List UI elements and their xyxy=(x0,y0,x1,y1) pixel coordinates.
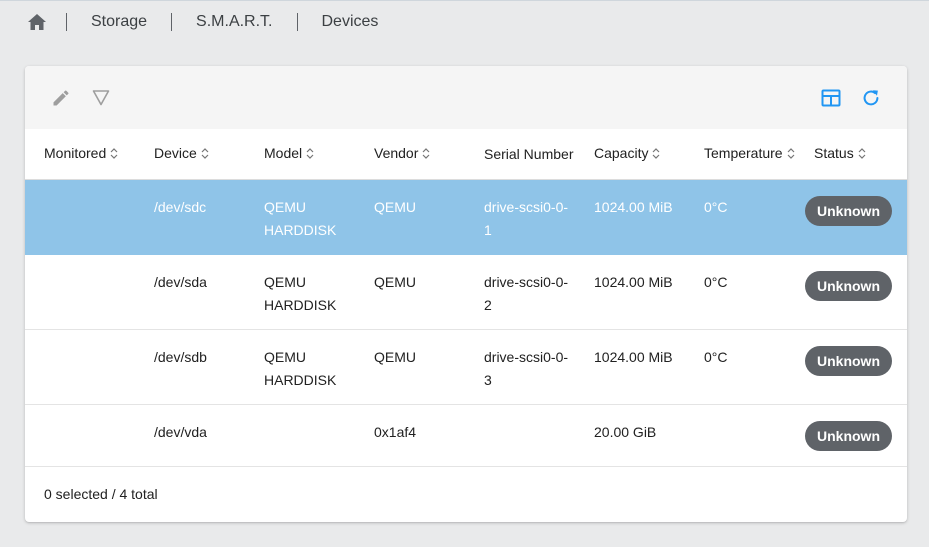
sort-icon xyxy=(858,146,866,162)
cell-status: Unknown xyxy=(795,254,907,330)
breadcrumb-separator xyxy=(66,13,67,31)
breadcrumb-separator xyxy=(171,13,173,31)
cell-monitored xyxy=(25,179,135,255)
cell-capacity: 20.00 GiB xyxy=(575,404,685,467)
cell-model: QEMU HARDDISK xyxy=(245,329,355,405)
cell-vendor: 0x1af4 xyxy=(355,404,465,467)
cell-vendor: QEMU xyxy=(355,254,465,330)
breadcrumb: Storage S.M.A.R.T. Devices xyxy=(26,11,378,33)
cell-model xyxy=(245,404,355,467)
table-header-row: Monitored Device Model Vendor Serial Num… xyxy=(25,129,907,180)
cell-monitored xyxy=(25,329,135,405)
column-header-model[interactable]: Model xyxy=(245,129,355,180)
cell-temperature: 0°C xyxy=(685,254,795,330)
cell-device: /dev/vda xyxy=(135,404,245,467)
cell-vendor: QEMU xyxy=(355,329,465,405)
cell-status: Unknown xyxy=(795,404,907,467)
status-badge[interactable]: Unknown xyxy=(805,270,892,301)
cell-monitored xyxy=(25,404,135,467)
cell-capacity: 1024.00 MiB xyxy=(575,254,685,330)
breadcrumb-devices: Devices xyxy=(321,13,379,30)
status-badge[interactable]: Unknown xyxy=(805,420,892,451)
devices-card: Monitored Device Model Vendor Serial Num… xyxy=(25,66,907,522)
cell-status: Unknown xyxy=(795,179,907,255)
breadcrumb-storage[interactable]: Storage xyxy=(91,13,147,31)
cell-monitored xyxy=(25,254,135,330)
refresh-icon[interactable] xyxy=(859,86,883,110)
toolbar xyxy=(25,66,907,129)
cell-device: /dev/sdc xyxy=(135,179,245,255)
table-row[interactable]: /dev/sda QEMU HARDDISK QEMU drive-scsi0-… xyxy=(25,254,907,330)
filter-icon[interactable] xyxy=(89,86,113,110)
table-row[interactable]: /dev/sdc QEMU HARDDISK QEMU drive-scsi0-… xyxy=(25,179,907,255)
column-header-capacity[interactable]: Capacity xyxy=(575,129,685,180)
pencil-icon[interactable] xyxy=(49,86,73,110)
cell-model: QEMU HARDDISK xyxy=(245,254,355,330)
column-header-monitored[interactable]: Monitored xyxy=(25,129,135,180)
cell-temperature: 0°C xyxy=(685,329,795,405)
cell-serial xyxy=(465,404,575,467)
sort-icon xyxy=(652,146,660,162)
breadcrumb-separator xyxy=(296,13,298,31)
column-header-status[interactable]: Status xyxy=(795,129,907,180)
cell-capacity: 1024.00 MiB xyxy=(575,329,685,405)
column-header-temperature[interactable]: Temperature xyxy=(685,129,795,180)
sort-icon xyxy=(422,146,430,162)
sort-icon xyxy=(110,146,118,162)
cell-device: /dev/sda xyxy=(135,254,245,330)
column-header-serial-number[interactable]: Serial Number xyxy=(465,129,575,180)
cell-capacity: 1024.00 MiB xyxy=(575,179,685,255)
sort-icon xyxy=(787,146,795,162)
table-columns-icon[interactable] xyxy=(819,86,843,110)
sort-icon xyxy=(201,146,209,162)
cell-device: /dev/sdb xyxy=(135,329,245,405)
status-badge[interactable]: Unknown xyxy=(805,195,892,226)
table-row[interactable]: /dev/sdb QEMU HARDDISK QEMU drive-scsi0-… xyxy=(25,329,907,405)
cell-vendor: QEMU xyxy=(355,179,465,255)
cell-serial: drive-scsi0-0-2 xyxy=(465,254,575,330)
cell-temperature: 0°C xyxy=(685,179,795,255)
status-badge[interactable]: Unknown xyxy=(805,345,892,376)
devices-table: Monitored Device Model Vendor Serial Num… xyxy=(25,129,907,467)
home-icon[interactable] xyxy=(26,11,48,33)
column-header-device[interactable]: Device xyxy=(135,129,245,180)
breadcrumb-smart[interactable]: S.M.A.R.T. xyxy=(196,13,272,31)
table-footer: 0 selected / 4 total xyxy=(25,467,907,521)
selection-summary: 0 selected / 4 total xyxy=(44,485,158,502)
cell-temperature xyxy=(685,404,795,467)
column-header-vendor[interactable]: Vendor xyxy=(355,129,465,180)
table-row[interactable]: /dev/vda 0x1af4 20.00 GiB Unknown xyxy=(25,404,907,467)
sort-icon xyxy=(306,146,314,162)
cell-status: Unknown xyxy=(795,329,907,405)
cell-model: QEMU HARDDISK xyxy=(245,179,355,255)
cell-serial: drive-scsi0-0-1 xyxy=(465,179,575,255)
cell-serial: drive-scsi0-0-3 xyxy=(465,329,575,405)
